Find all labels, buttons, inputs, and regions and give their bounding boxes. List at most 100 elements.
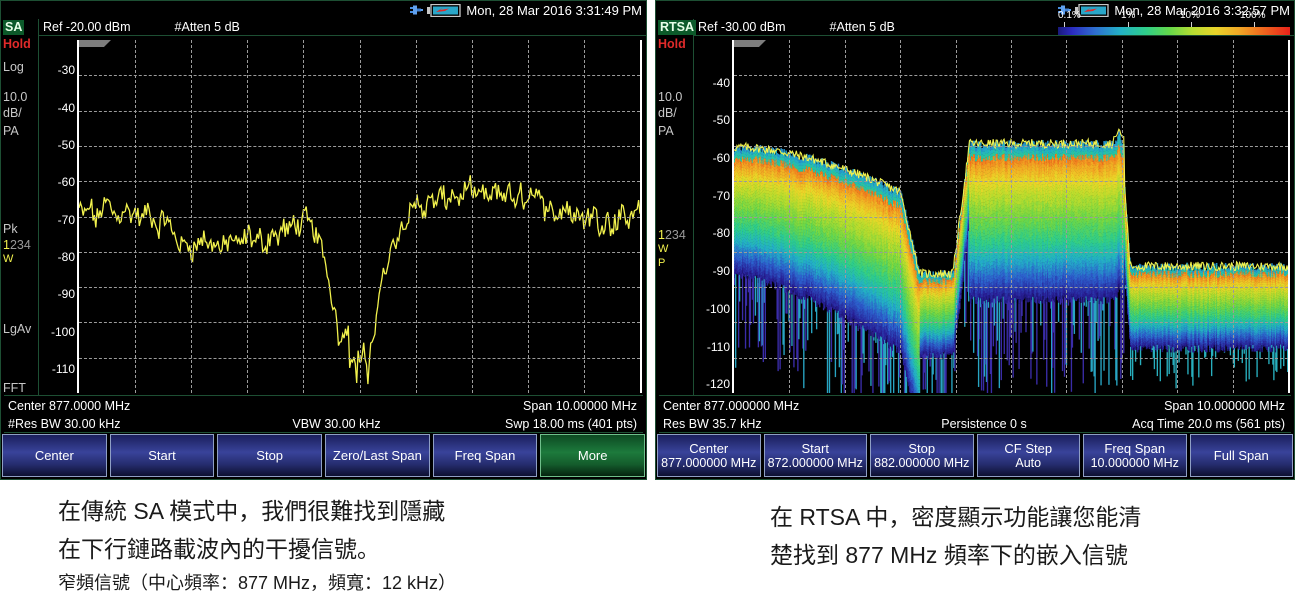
density-key-label-1: 1% — [1121, 10, 1135, 21]
sa-datetime: Mon, 28 Mar 2016 3:31:49 PM — [466, 3, 642, 18]
sa-softkey-stop[interactable]: Stop — [217, 434, 323, 477]
sa-detector-label: Pk — [3, 223, 18, 236]
sa-softkey-center[interactable]: Center — [2, 434, 107, 477]
sa-ytick--70: -70 — [58, 213, 75, 227]
sa-info-line-2: #Res BW 30.00 kHz VBW 30.00 kHz Swp 18.0… — [8, 415, 639, 433]
sa-trace-path — [79, 175, 640, 384]
density-key-labels: 0.1% 1% 10% 100% — [1058, 10, 1290, 22]
rtsa-softkey-freq-span-label: Freq Span — [1104, 441, 1165, 456]
sa-graph-column: Ref -20.00 dBm #Atten 5 dB -30 -40 -50 -… — [39, 19, 646, 395]
rtsa-softkey-cf-step[interactable]: CF Step Auto — [976, 434, 1080, 477]
sa-graticule-wrap: -30 -40 -50 -60 -70 -80 -90 -100 -110 — [39, 36, 646, 395]
rtsa-ytick--40: -40 — [713, 76, 730, 90]
sa-trace-selector[interactable]: 1234 — [3, 239, 31, 252]
rtsa-main-area: RTSA Hold 10.0 dB/ PA 1234 W P Ref -30.0… — [656, 10, 1294, 395]
rtsa-preamp-indicator: PA — [658, 125, 674, 138]
rtsa-softkey-start-label: Start — [802, 441, 829, 456]
sa-body: SA Hold Log 10.0 dB/ PA Pk 1234 W LgAv F… — [1, 19, 646, 479]
rtsa-ytick--120: -120 — [706, 377, 730, 391]
rtsa-caption-line-2: 楚找到 877 MHz 頻率下的嵌入信號 — [770, 536, 1270, 574]
rtsa-softkey-center-value: 877.000000 MHz — [661, 456, 756, 471]
rtsa-info-line-1: Center 877.000000 MHz Span 10.000000 MHz — [663, 397, 1287, 415]
sa-main-area: SA Hold Log 10.0 dB/ PA Pk 1234 W LgAv F… — [1, 19, 646, 395]
density-key-label-2: 10% — [1180, 10, 1200, 21]
comparison-figure: Mon, 28 Mar 2016 3:31:49 PM SA Hold Log … — [0, 0, 1295, 616]
sa-ytick--50: -50 — [58, 138, 75, 152]
rtsa-persistence-flag: P — [658, 257, 665, 270]
rtsa-softkey-cf-step-label: CF Step — [1004, 441, 1052, 456]
sa-graticule — [77, 40, 642, 393]
rtsa-ytick--100: -100 — [706, 302, 730, 316]
rtsa-hold-indicator: Hold — [658, 38, 686, 51]
sa-softkey-freq-span[interactable]: Freq Span — [432, 434, 538, 477]
rtsa-ytick--60: -60 — [713, 151, 730, 165]
sa-softkey-start-label: Start — [148, 448, 175, 463]
sa-center-freq: Center 877.0000 MHz — [8, 399, 130, 413]
sa-softkey-row: Center Start Stop Zero/Last Span Freq Sp… — [1, 433, 646, 479]
sa-softkey-stop-label: Stop — [256, 448, 283, 463]
sa-sweep-time: Swp 18.00 ms (401 pts) — [505, 415, 637, 433]
power-plug-icon — [410, 5, 424, 15]
sa-scale-unit: dB/ — [3, 107, 22, 120]
rtsa-caption-line-1: 在 RTSA 中，密度顯示功能讓您能清 — [770, 498, 1270, 536]
rtsa-softkey-center-label: Center — [689, 441, 728, 456]
rtsa-softkey-cf-step-value: Auto — [1015, 456, 1041, 471]
rtsa-span: Span 10.000000 MHz — [1164, 397, 1285, 415]
rtsa-graph-column: Ref -30.00 dBm #Atten 5 dB 0.1% 1% 10% 1… — [694, 10, 1294, 395]
rtsa-density-display — [734, 40, 1288, 393]
sa-softkey-zero-last-span[interactable]: Zero/Last Span — [325, 434, 430, 477]
rtsa-scale-unit: dB/ — [658, 107, 677, 120]
rtsa-ytick--80: -80 — [713, 226, 730, 240]
rtsa-softkey-start-value: 872.000000 MHz — [768, 456, 863, 471]
density-key-label-0: 0.1% — [1058, 10, 1081, 21]
rtsa-softkey-freq-span[interactable]: Freq Span 10.000000 MHz — [1083, 434, 1187, 477]
rtsa-instrument-screen: Mon, 28 Mar 2016 3:32:57 PM RTSA Hold 10… — [655, 0, 1295, 480]
sa-caption-line-2: 在下行鏈路載波內的干擾信號。 — [58, 530, 638, 568]
rtsa-softkey-start[interactable]: Start 872.000000 MHz — [763, 434, 867, 477]
rtsa-mode-rail: RTSA Hold 10.0 dB/ PA 1234 W P — [656, 19, 697, 395]
rtsa-trace-selector[interactable]: 1234 — [658, 229, 686, 242]
rtsa-y-axis: -40 -50 -60 -70 -80 -90 -100 -110 -120 — [694, 36, 732, 395]
sa-softkey-start[interactable]: Start — [109, 434, 215, 477]
rtsa-center-freq: Center 877.000000 MHz — [663, 399, 799, 413]
rtsa-graticule-wrap: -40 -50 -60 -70 -80 -90 -100 -110 -120 — [694, 36, 1294, 395]
rtsa-trace-type: W — [658, 243, 668, 256]
sa-scale-value: 10.0 — [3, 91, 27, 104]
rtsa-info-line-2: Res BW 35.7 kHz Persistence 0 s Acq Time… — [663, 415, 1287, 433]
rtsa-ytick--110: -110 — [707, 340, 730, 354]
sa-span: Span 10.00000 MHz — [523, 397, 637, 415]
rtsa-ytick--90: -90 — [713, 264, 730, 278]
sa-caption-line-3: 窄頻信號（中心頻率：877 MHz，頻寬：12 kHz） — [58, 568, 638, 598]
rtsa-scale-value: 10.0 — [658, 91, 682, 104]
rtsa-softkey-stop[interactable]: Stop 882.000000 MHz — [870, 434, 974, 477]
sa-ytick--90: -90 — [58, 287, 75, 301]
sa-spectrum-trace — [79, 40, 640, 393]
sa-title-bar: Mon, 28 Mar 2016 3:31:49 PM — [1, 1, 646, 19]
sa-info-line-1: Center 877.0000 MHz Span 10.00000 MHz — [8, 397, 639, 415]
sa-ytick--40: -40 — [58, 101, 75, 115]
sa-trace-type: W — [3, 253, 13, 266]
sa-preamp-indicator: PA — [3, 125, 19, 138]
sa-softkey-more[interactable]: More — [540, 434, 646, 477]
sa-caption-line-1: 在傳統 SA 模式中，我們很難找到隱藏 — [58, 492, 638, 530]
density-color-key: 0.1% 1% 10% 100% — [1058, 10, 1290, 36]
rtsa-ytick--50: -50 — [713, 113, 730, 127]
rtsa-softkey-row: Center 877.000000 MHz Start 872.000000 M… — [656, 433, 1294, 479]
rtsa-mode-tag: RTSA — [658, 20, 697, 35]
sa-softkey-center-label: Center — [35, 448, 74, 463]
sa-softkey-more-label: More — [578, 448, 608, 463]
rtsa-softkey-center[interactable]: Center 877.000000 MHz — [657, 434, 761, 477]
sa-scale-type: Log — [3, 61, 24, 74]
rtsa-softkey-freq-span-value: 10.000000 MHz — [1091, 456, 1179, 471]
sa-ytick--100: -100 — [51, 325, 75, 339]
sa-softkey-freq-span-label: Freq Span — [455, 448, 516, 463]
rtsa-softkey-full-span-label: Full Span — [1214, 448, 1269, 463]
sa-softkey-zero-last-span-label: Zero/Last Span — [333, 448, 422, 463]
sa-mode-rail: SA Hold Log 10.0 dB/ PA Pk 1234 W LgAv F… — [1, 19, 39, 395]
sa-caption-block: 在傳統 SA 模式中，我們很難找到隱藏 在下行鏈路載波內的干擾信號。 窄頻信號（… — [58, 492, 638, 598]
sa-ytick--60: -60 — [58, 175, 75, 189]
rtsa-attenuation: #Atten 5 dB — [830, 20, 895, 34]
rtsa-softkey-full-span[interactable]: Full Span — [1189, 434, 1293, 477]
rtsa-acq-time: Acq Time 20.0 ms (561 pts) — [1132, 415, 1285, 433]
rtsa-ytick--70: -70 — [713, 189, 730, 203]
